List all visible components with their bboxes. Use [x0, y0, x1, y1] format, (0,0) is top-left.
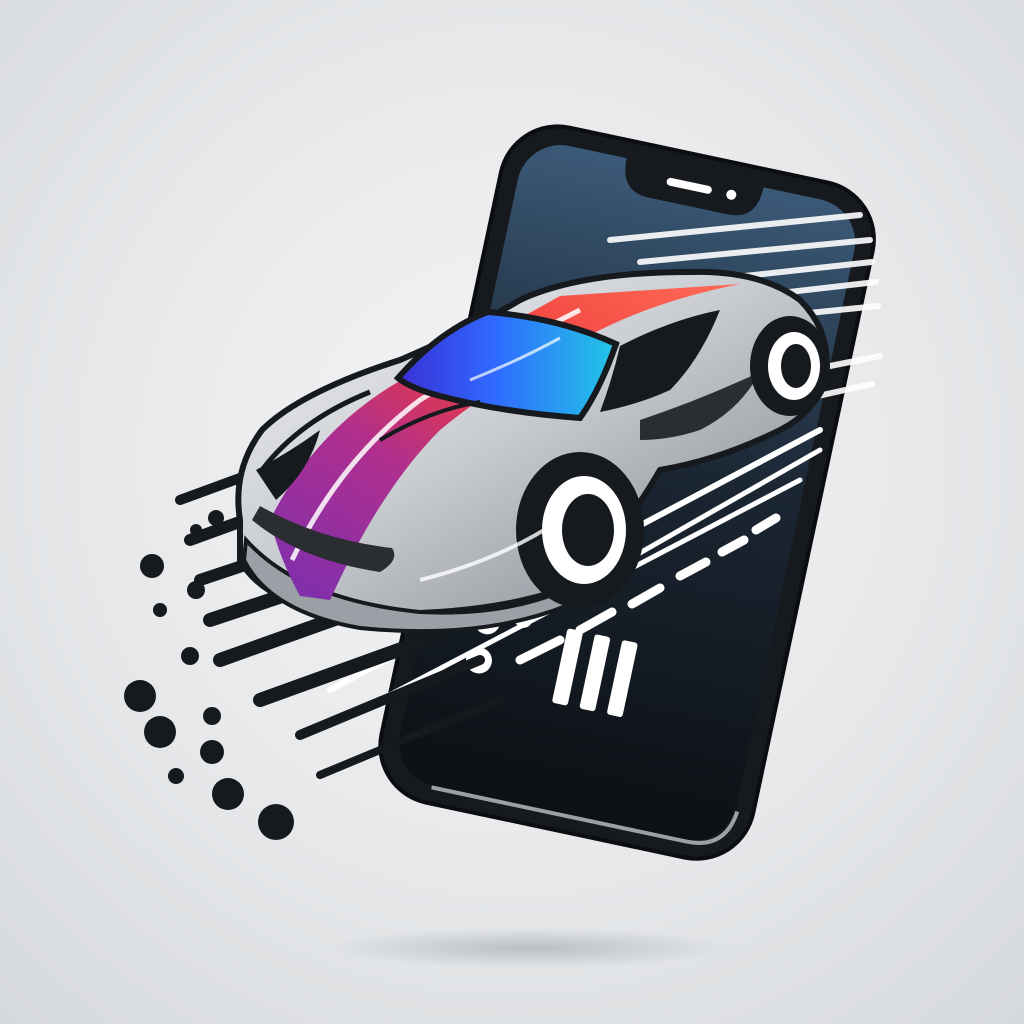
front-wheel: [516, 452, 644, 608]
car-phone-logo: [124, 124, 883, 968]
logo-canvas: [0, 0, 1024, 1024]
ground-shadow: [330, 928, 730, 968]
rear-wheel: [750, 316, 830, 416]
